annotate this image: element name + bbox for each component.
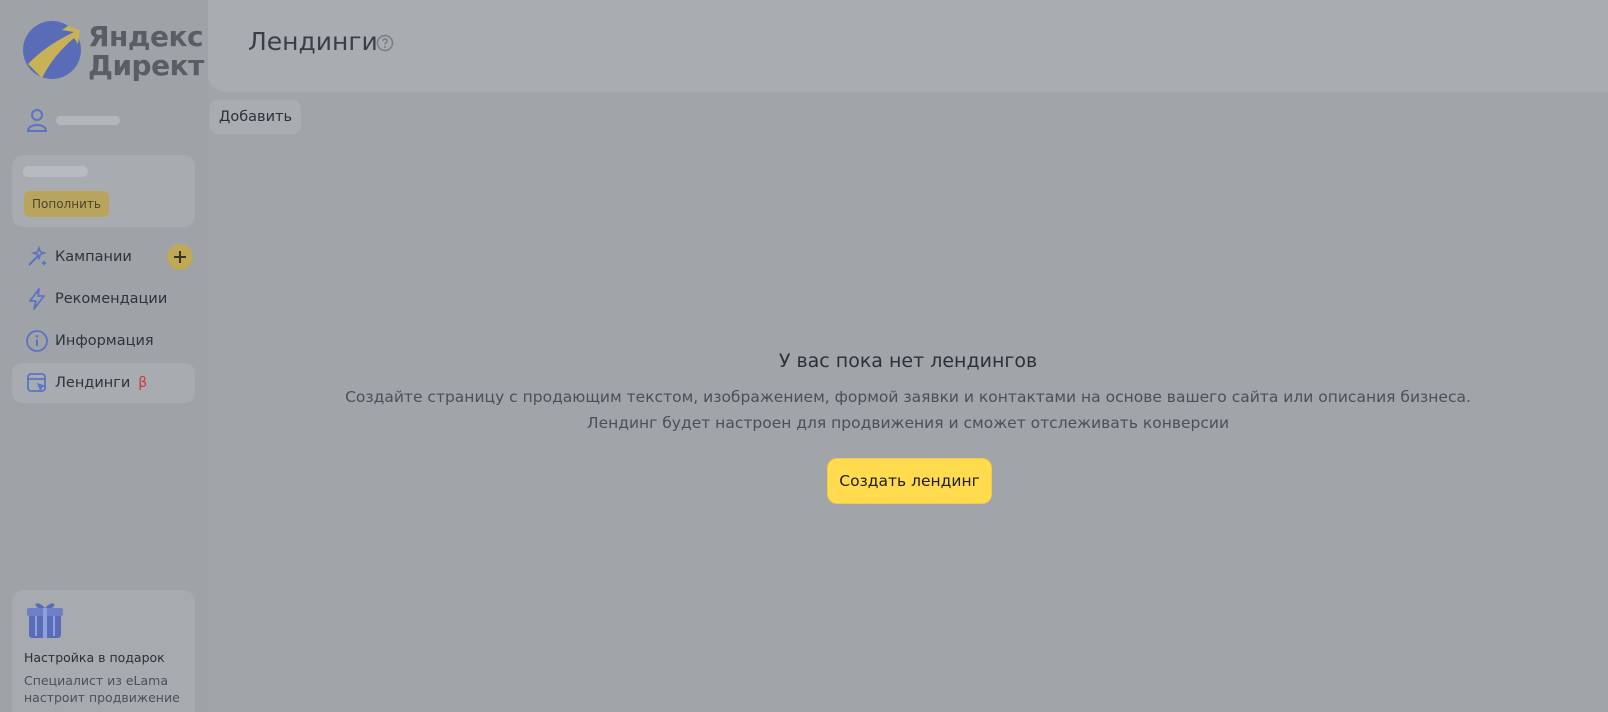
username-placeholder [56,116,120,125]
sidebar-item-label: Кампании [55,249,132,265]
empty-state-line-1: Создайте страницу с продающим текстом, и… [345,388,1471,406]
sidebar-item-information[interactable]: Информация [12,321,195,361]
topup-button[interactable]: Пополнить [24,191,109,217]
logo-arrow-icon [23,21,81,79]
beta-badge: β [138,375,148,391]
user-account[interactable] [26,108,196,136]
sidebar-item-recommendations[interactable]: Рекомендации [12,279,195,319]
magic-wand-icon [28,245,48,266]
page-header: Лендинги [208,0,1608,92]
lightning-icon [29,288,45,310]
empty-state-title: У вас пока нет лендингов [778,350,1038,372]
landing-page-icon [27,373,46,392]
main-content: У вас пока нет лендингов Создайте страни… [208,144,1608,712]
help-icon[interactable] [376,34,394,52]
sidebar: Яндекс Директ Пополнить Кампании Рекомен… [0,0,208,712]
info-icon [26,330,48,352]
add-button[interactable]: Добавить [210,100,301,134]
yandex-direct-logo[interactable]: Яндекс Директ [22,20,204,82]
empty-state-line-2: Лендинг будет настроен для продвижения и… [586,414,1230,432]
balance-placeholder [23,166,88,177]
sidebar-item-landings[interactable]: Лендинги β [12,363,195,403]
promo-description: Специалист из eLama настроит продвижение [24,673,180,705]
balance-card: Пополнить [12,155,195,227]
logo-text: Яндекс Директ [88,20,204,82]
sidebar-item-campaigns[interactable]: Кампании [12,237,195,277]
create-landing-button[interactable]: Создать лендинг [827,458,992,504]
promo-title: Настройка в подарок [24,650,165,665]
page-title: Лендинги [248,27,378,56]
user-icon [26,109,48,132]
gift-icon [27,603,63,638]
sidebar-item-label: Лендинги [55,375,131,391]
plus-icon [174,251,186,263]
sidebar-item-label: Информация [55,333,154,349]
sidebar-item-label: Рекомендации [55,291,168,307]
empty-state-description: Создайте страницу с продающим текстом, и… [208,384,1608,436]
promo-card[interactable]: Настройка в подарок Специалист из eLama … [12,590,195,712]
add-campaign-button[interactable] [167,244,193,270]
